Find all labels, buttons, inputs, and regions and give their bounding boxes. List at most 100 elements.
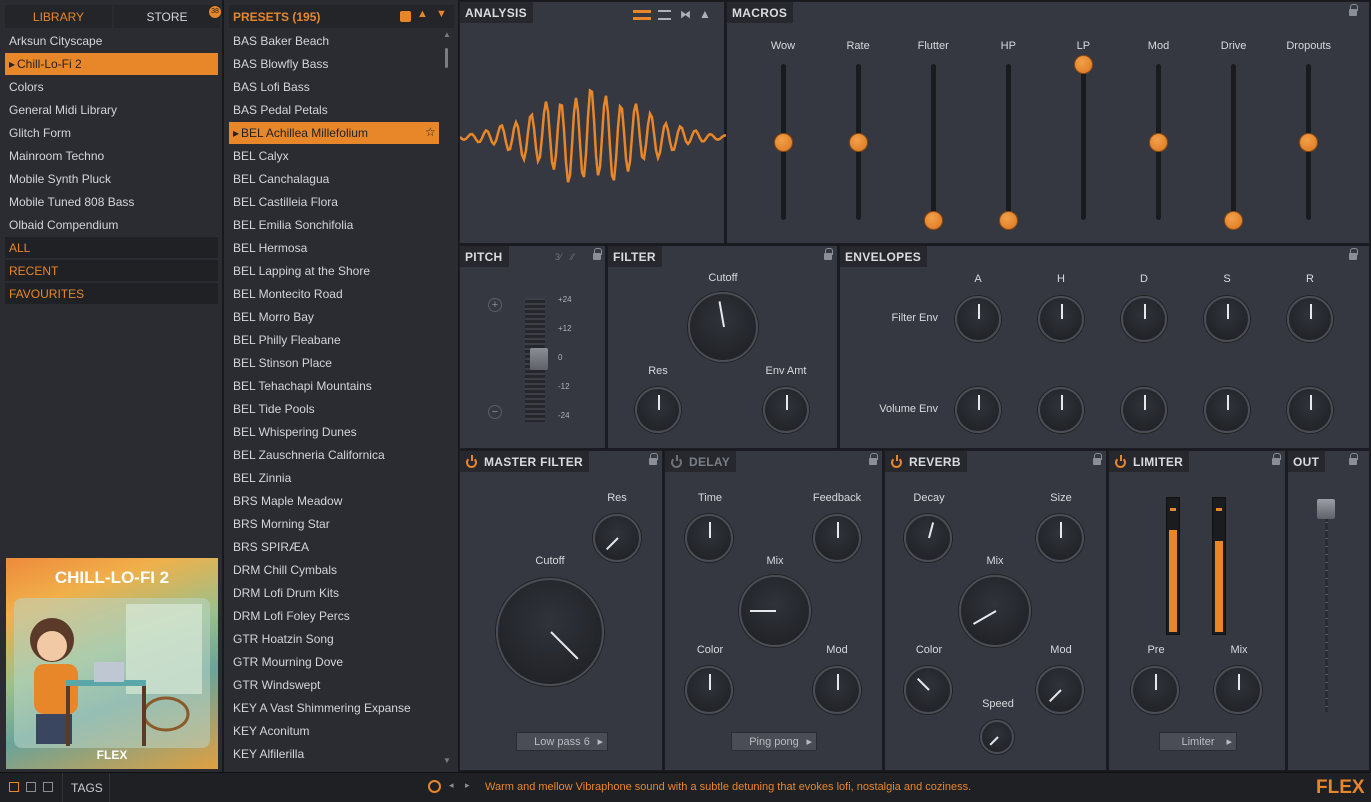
macro-slider-thumb[interactable] — [998, 210, 1018, 230]
reverb-mod-knob[interactable] — [1036, 666, 1084, 714]
preset-item[interactable]: BRS SPIRÆA — [229, 536, 439, 558]
envelope-knob[interactable] — [1287, 296, 1333, 342]
envelope-knob[interactable] — [1121, 387, 1167, 433]
lock-icon[interactable] — [649, 453, 658, 466]
delay-time-knob[interactable] — [685, 514, 733, 562]
library-item[interactable]: General Midi Library — [5, 99, 218, 121]
tab-library[interactable]: LIBRARY — [5, 5, 112, 28]
reverb-power-icon[interactable] — [891, 455, 902, 468]
preset-item[interactable]: BEL Tehachapi Mountains — [229, 375, 439, 397]
filter-cutoff-knob[interactable] — [688, 292, 758, 362]
master-filter-power-icon[interactable] — [466, 455, 477, 468]
preset-item[interactable]: BEL Canchalagua — [229, 168, 439, 190]
limiter-mix-knob[interactable] — [1214, 666, 1262, 714]
delay-mod-knob[interactable] — [813, 666, 861, 714]
macro-slider-thumb[interactable] — [1299, 132, 1319, 152]
macro-slider-track[interactable] — [1231, 64, 1237, 220]
random-icon[interactable] — [400, 11, 411, 22]
envelope-knob[interactable] — [1038, 296, 1084, 342]
tab-store[interactable]: STORE — [114, 5, 220, 28]
master-cutoff-knob[interactable] — [496, 578, 604, 686]
preset-item[interactable]: BAS Blowfly Bass — [229, 53, 439, 75]
macro-slider-thumb[interactable] — [1073, 54, 1093, 74]
output-fader-handle[interactable] — [1317, 499, 1335, 519]
preset-item[interactable]: BEL Lapping at the Shore — [229, 260, 439, 282]
layout-split-icon[interactable] — [26, 782, 36, 792]
preset-item[interactable]: BEL Whispering Dunes — [229, 421, 439, 443]
preset-item[interactable]: DRM Chill Cymbals — [229, 559, 439, 581]
envelope-knob[interactable] — [955, 387, 1001, 433]
preset-item[interactable]: BRS Maple Meadow — [229, 490, 439, 512]
reverb-decay-knob[interactable] — [904, 514, 952, 562]
collapse-left-icon[interactable]: ◂ — [449, 780, 454, 791]
reverb-size-knob[interactable] — [1036, 514, 1084, 562]
filter-res-knob[interactable] — [635, 387, 681, 433]
previous-preset-icon[interactable]: ▲ — [417, 8, 428, 20]
pitch-up-button[interactable]: + — [488, 298, 502, 312]
reverb-color-knob[interactable] — [904, 666, 952, 714]
waveform-view-icon[interactable] — [633, 10, 651, 20]
category-favourites[interactable]: FAVOURITES — [5, 283, 218, 304]
preset-item[interactable]: BEL Castilleia Flora — [229, 191, 439, 213]
preset-item[interactable]: BEL Stinson Place — [229, 352, 439, 374]
library-item[interactable]: Chill-Lo-Fi 2 ▸ — [5, 53, 218, 75]
envelope-knob[interactable] — [1121, 296, 1167, 342]
preset-item[interactable]: BEL Montecito Road — [229, 283, 439, 305]
filter-env-amt-knob[interactable] — [763, 387, 809, 433]
preset-scrollbar[interactable] — [445, 48, 448, 68]
envelope-knob[interactable] — [955, 296, 1001, 342]
library-item[interactable]: Arksun Cityscape — [5, 30, 218, 52]
preset-item[interactable]: KEY A Vast Shimmering Expanse — [229, 697, 439, 719]
pitch-down-button[interactable]: − — [488, 405, 502, 419]
macro-slider-track[interactable] — [930, 64, 936, 220]
glide-icon[interactable]: 3⁄ — [555, 252, 562, 262]
preset-item[interactable]: BEL Calyx — [229, 145, 439, 167]
reverb-speed-knob[interactable] — [980, 720, 1014, 754]
limiter-power-icon[interactable] — [1115, 455, 1126, 468]
legato-icon[interactable]: ⁄⁄ — [571, 252, 574, 262]
limiter-pre-knob[interactable] — [1131, 666, 1179, 714]
macro-slider-thumb[interactable] — [848, 132, 868, 152]
reverb-mix-knob[interactable] — [959, 575, 1031, 647]
category-all[interactable]: ALL — [5, 237, 218, 258]
tags-button[interactable]: TAGS — [62, 773, 110, 802]
delay-mix-knob[interactable] — [739, 575, 811, 647]
spectrum-view-icon[interactable] — [658, 10, 671, 20]
stereo-view-icon[interactable]: ⧓ — [680, 8, 691, 21]
layout-single-icon[interactable] — [9, 782, 19, 792]
category-recent[interactable]: RECENT — [5, 260, 218, 281]
envelope-knob[interactable] — [1204, 387, 1250, 433]
library-item[interactable]: Mobile Tuned 808 Bass — [5, 191, 218, 213]
macro-slider-thumb[interactable] — [773, 132, 793, 152]
preset-item[interactable]: BEL Hermosa — [229, 237, 439, 259]
scroll-down-icon[interactable]: ▼ — [443, 756, 451, 765]
lock-icon[interactable] — [1349, 453, 1358, 466]
pitch-wheel-handle[interactable] — [530, 348, 548, 370]
favourite-star-icon[interactable]: ☆ — [425, 125, 436, 139]
lock-icon[interactable] — [824, 248, 833, 261]
limiter-mode-dropdown[interactable]: Limiter — [1159, 732, 1237, 751]
library-item[interactable]: Colors — [5, 76, 218, 98]
expand-right-icon[interactable]: ▸ — [465, 780, 470, 791]
preset-item[interactable]: BEL Tide Pools — [229, 398, 439, 420]
preset-item[interactable]: BEL Zinnia — [229, 467, 439, 489]
lock-icon[interactable] — [1272, 453, 1281, 466]
delay-feedback-knob[interactable] — [813, 514, 861, 562]
library-item[interactable]: Mainroom Techno — [5, 145, 218, 167]
preset-item[interactable]: BEL Morro Bay — [229, 306, 439, 328]
lock-icon[interactable] — [1349, 248, 1358, 261]
preset-item[interactable]: BRS Morning Star — [229, 513, 439, 535]
macro-slider-thumb[interactable] — [1224, 210, 1244, 230]
preset-item[interactable]: KEY Alfilerilla — [229, 743, 439, 765]
macro-slider-track[interactable] — [1005, 64, 1011, 220]
preset-item[interactable]: KEY Aconitum — [229, 720, 439, 742]
library-item[interactable]: Mobile Synth Pluck — [5, 168, 218, 190]
preset-item[interactable]: GTR Hoatzin Song — [229, 628, 439, 650]
next-preset-icon[interactable]: ▼ — [436, 8, 447, 20]
lock-icon[interactable] — [869, 453, 878, 466]
macro-slider-track[interactable] — [1080, 64, 1086, 220]
preset-item[interactable]: BAS Lofi Bass — [229, 76, 439, 98]
macro-slider-thumb[interactable] — [923, 210, 943, 230]
preset-item[interactable]: BEL Achillea Millefolium ▸ ☆ — [229, 122, 439, 144]
library-item[interactable]: Glitch Form — [5, 122, 218, 144]
